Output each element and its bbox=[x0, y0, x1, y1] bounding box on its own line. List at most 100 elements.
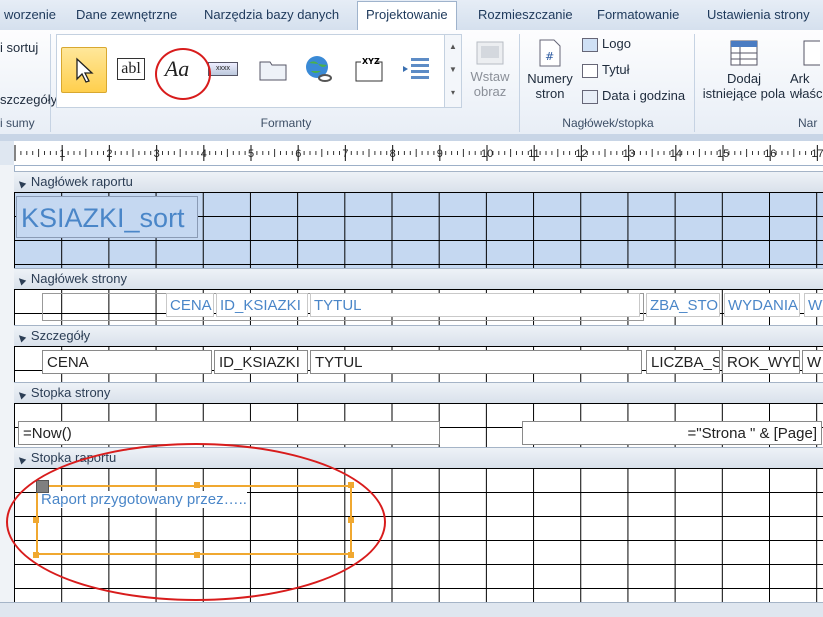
property-sheet-icon bbox=[803, 40, 823, 66]
ruler-number: 5 bbox=[248, 148, 254, 160]
page-numbers-line2: stron bbox=[535, 86, 565, 101]
textbox-control-button[interactable]: abl bbox=[109, 47, 153, 91]
ruler-number: 15 bbox=[717, 148, 729, 160]
svg-text:XYZ: XYZ bbox=[362, 57, 380, 66]
property-sheet-line1: Ark bbox=[790, 71, 810, 86]
section-title-detail: Szczegóły bbox=[18, 328, 90, 343]
ruler-number: 12 bbox=[575, 148, 587, 160]
gallery-scroll[interactable]: ▲ ▼ ▾ bbox=[444, 34, 462, 108]
logo-button[interactable]: Logo bbox=[582, 36, 631, 52]
header-label-tytul[interactable]: TYTUL bbox=[310, 293, 640, 317]
insert-image-line1: Wstaw bbox=[470, 69, 510, 84]
footer-now-field[interactable]: =Now() bbox=[18, 421, 440, 445]
title-button[interactable]: Tytuł bbox=[582, 62, 629, 78]
page-numbers-line1: Numery bbox=[527, 71, 573, 86]
property-sheet-line2: właści bbox=[790, 86, 823, 101]
ruler-number: 1 bbox=[59, 148, 65, 160]
hyperlink-control-button[interactable] bbox=[297, 47, 341, 91]
report-title-label[interactable]: KSIAZKI_sort bbox=[16, 196, 198, 238]
section-bar-detail[interactable]: Szczegóły bbox=[14, 325, 823, 347]
ruler-number: 8 bbox=[390, 148, 396, 160]
list-control-button[interactable] bbox=[395, 47, 439, 91]
ribbon: i sortuj szczegóły i sumy abl Aa xxxx XY… bbox=[0, 30, 823, 135]
section-bar-report-header[interactable]: Nagłówek raportu bbox=[14, 171, 823, 193]
insert-image-button[interactable]: Wstaw obraz bbox=[466, 40, 514, 99]
image-icon bbox=[476, 41, 504, 65]
ruler-number: 11 bbox=[528, 148, 539, 160]
scroll-up-icon: ▲ bbox=[449, 42, 457, 51]
ruler-number: 7 bbox=[342, 148, 348, 160]
fields-list-icon bbox=[730, 40, 758, 66]
ruler-number: 17 bbox=[811, 148, 823, 160]
add-existing-fields-button[interactable]: Dodaj istniejące pola bbox=[700, 38, 788, 101]
group-controls-label: Formanty bbox=[260, 116, 312, 130]
title-icon bbox=[582, 63, 598, 78]
header-label-id-ksiazki[interactable]: ID_KSIAZKI bbox=[216, 293, 308, 317]
tab-create[interactable]: worzenie bbox=[0, 2, 64, 28]
ruler-number: 2 bbox=[106, 148, 112, 160]
tab-database-tools[interactable]: Narzędzia bazy danych bbox=[196, 2, 347, 28]
vertical-ruler bbox=[0, 165, 15, 616]
section-bar-page-footer[interactable]: Stopka strony bbox=[14, 382, 823, 404]
section-title-page-header: Nagłówek strony bbox=[18, 271, 127, 286]
insert-image-line2: obraz bbox=[473, 84, 507, 99]
group-header-footer-label: Nagłówek/stopka bbox=[562, 116, 654, 130]
details-button[interactable]: szczegóły bbox=[0, 92, 57, 107]
footer-page-field[interactable]: ="Strona " & [Page] bbox=[522, 421, 822, 445]
report-end-bar[interactable] bbox=[0, 602, 823, 617]
controls-gallery: abl Aa xxxx XYZ bbox=[56, 34, 446, 108]
header-label-wydawnictwo[interactable]: WY bbox=[804, 293, 823, 317]
field-wydawnictwo[interactable]: W bbox=[802, 350, 823, 374]
field-cena[interactable]: CENA bbox=[42, 350, 212, 374]
page-footer-area[interactable]: =Now() ="Strona " & [Page] bbox=[14, 403, 823, 447]
page-number-icon: # bbox=[539, 39, 561, 67]
ribbon-tab-bar: worzenie Dane zewnętrzne Narzędzia bazy … bbox=[0, 0, 823, 31]
scroll-down-icon: ▼ bbox=[449, 65, 457, 74]
tab-format[interactable]: Formatowanie bbox=[589, 2, 687, 28]
ruler-ticks: 1 2 3 4 5 6 7 8 9 10 11 12 13 14 15 16 17 bbox=[14, 145, 823, 161]
property-sheet-button[interactable]: Ark właści bbox=[790, 38, 823, 101]
ruler-number: 6 bbox=[295, 148, 301, 160]
page-header-area[interactable]: CENA ID_KSIAZKI TYTUL ZBA_STOR WYDANIA W… bbox=[14, 289, 823, 325]
header-label-rok-wydania[interactable]: WYDANIA bbox=[724, 293, 800, 317]
section-title-page-footer: Stopka strony bbox=[18, 385, 111, 400]
ruler-number: 14 bbox=[670, 148, 682, 160]
group-separator bbox=[50, 34, 51, 132]
field-liczba-stron[interactable]: LICZBA_S bbox=[646, 350, 720, 374]
field-rok-wydania[interactable]: ROK_WYD bbox=[722, 350, 800, 374]
section-title-report-header: Nagłówek raportu bbox=[18, 174, 133, 189]
section-bar-page-header[interactable]: Nagłówek strony bbox=[14, 268, 823, 290]
page-numbers-button[interactable]: # Numery stron bbox=[524, 38, 576, 101]
pointer-icon bbox=[76, 57, 94, 83]
add-fields-line1: Dodaj bbox=[727, 71, 761, 86]
tab-external-data[interactable]: Dane zewnętrzne bbox=[68, 2, 185, 28]
ruler-number: 3 bbox=[154, 148, 160, 160]
header-label-liczba-stron[interactable]: ZBA_STOR bbox=[646, 293, 720, 317]
tab-design[interactable]: Projektowanie bbox=[357, 1, 457, 31]
group-tools-label: Nar bbox=[798, 116, 818, 130]
command-button-icon: xxxx bbox=[208, 62, 238, 76]
option-group-button[interactable]: XYZ bbox=[347, 47, 391, 91]
detail-area[interactable]: CENA ID_KSIAZKI TYTUL LICZBA_S ROK_WYD W bbox=[14, 346, 823, 382]
tab-control-button[interactable] bbox=[251, 47, 295, 91]
tab-page-setup[interactable]: Ustawienia strony bbox=[699, 2, 818, 28]
report-header-area[interactable]: KSIAZKI_sort bbox=[14, 192, 823, 268]
ruler-corner[interactable] bbox=[0, 141, 14, 165]
date-time-button[interactable]: Data i godzina bbox=[582, 88, 685, 104]
ruler-number: 16 bbox=[764, 148, 776, 160]
textbox-icon: abl bbox=[117, 58, 145, 80]
ruler-number: 4 bbox=[201, 148, 207, 160]
field-tytul[interactable]: TYTUL bbox=[310, 350, 642, 374]
sort-button[interactable]: i sortuj bbox=[0, 40, 38, 55]
select-pointer-button[interactable] bbox=[61, 47, 107, 93]
tab-control-icon bbox=[259, 61, 287, 81]
header-label-cena[interactable]: CENA bbox=[166, 293, 214, 317]
ruler-number: 9 bbox=[437, 148, 443, 160]
group-separator bbox=[694, 34, 695, 132]
ruler-gap bbox=[0, 134, 823, 141]
tab-arrange[interactable]: Rozmieszczanie bbox=[470, 2, 581, 28]
svg-text:#: # bbox=[545, 50, 554, 63]
annotation-ellipse-report-footer bbox=[6, 443, 386, 601]
field-id-ksiazki[interactable]: ID_KSIAZKI bbox=[214, 350, 308, 374]
group-separator bbox=[519, 34, 520, 132]
